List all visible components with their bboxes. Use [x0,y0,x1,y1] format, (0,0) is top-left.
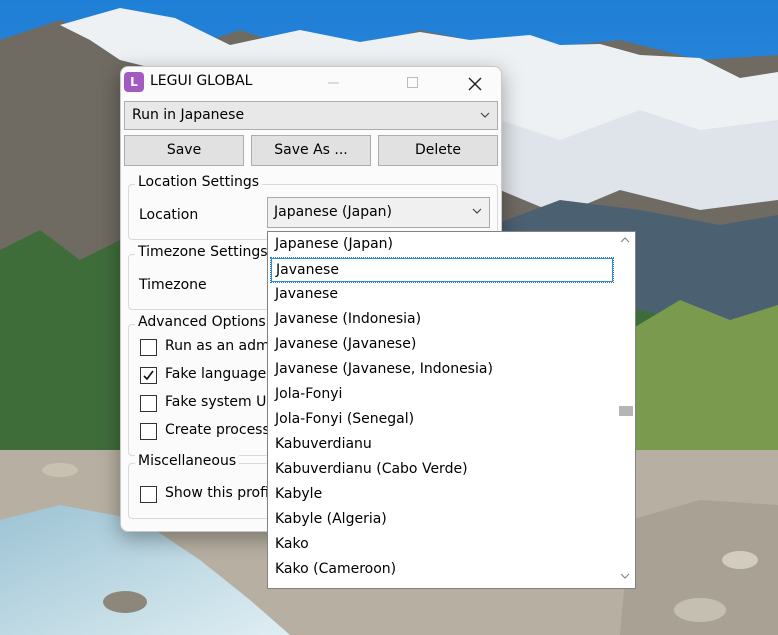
save-as-button[interactable]: Save As ... [251,135,371,166]
dropdown-scrollbar[interactable] [615,232,635,588]
location-label: Location [139,207,199,223]
location-combobox-value: Japanese (Japan) [274,204,392,220]
window-title: LEGUI GLOBAL [150,73,253,89]
advanced-options-title: Advanced Options [135,314,269,330]
maximize-icon [407,77,418,88]
dropdown-item[interactable]: Japanese (Japan) [271,233,613,257]
dropdown-item[interactable]: Kabuverdianu [271,433,613,457]
checkbox-box[interactable] [140,423,157,440]
dropdown-item[interactable]: Kako (Cameroon) [271,558,613,582]
dropdown-item[interactable]: Javanese (Javanese) [271,333,613,357]
checkbox-label: Create process [165,422,270,438]
checkbox-label: Fake language- [165,366,272,382]
timezone-label: Timezone [139,277,207,293]
title-bar[interactable]: L LEGUI GLOBAL [121,67,501,99]
location-settings-title: Location Settings [135,174,263,190]
profile-select-value: Run in Japanese [132,107,245,123]
scrollbar-thumb[interactable] [619,406,633,416]
timezone-settings-title: Timezone Settings [135,244,271,260]
checkbox-box[interactable] [140,367,157,384]
delete-button[interactable]: Delete [378,135,498,166]
close-icon [468,77,482,91]
dropdown-item[interactable]: Jola-Fonyi [271,383,613,407]
checkbox-box[interactable] [140,339,157,356]
save-button[interactable]: Save [124,135,244,166]
miscellaneous-title: Miscellaneous [135,453,240,469]
location-dropdown-list[interactable]: Japanese (Japan) Javanese Javanese Javan… [267,231,636,589]
dropdown-item[interactable]: Kabyle (Algeria) [271,508,613,532]
dropdown-item-focused[interactable]: Javanese [270,257,614,283]
checkbox-label: Show this profil [165,485,273,501]
checkmark-icon [143,370,154,381]
chevron-down-icon [480,112,490,118]
checkbox-box[interactable] [140,395,157,412]
scroll-up-arrow-icon[interactable] [620,236,630,243]
dropdown-item[interactable]: Javanese (Javanese, Indonesia) [271,358,613,382]
checkbox-label: Run as an admi [165,338,274,354]
dropdown-item[interactable]: Kako [271,533,613,557]
chevron-down-icon [472,208,482,214]
close-button[interactable] [451,67,497,99]
minimize-icon [328,82,339,84]
dropdown-item[interactable]: Javanese [271,283,613,307]
dropdown-item[interactable]: Javanese (Indonesia) [271,308,613,332]
dropdown-item[interactable]: Kabuverdianu (Cabo Verde) [271,458,613,482]
checkbox-box[interactable] [140,486,157,503]
maximize-button[interactable] [390,67,436,99]
dropdown-item[interactable]: Kabyle [271,483,613,507]
minimize-button[interactable] [311,67,357,99]
checkbox-label: Fake system UI [165,394,271,410]
app-icon: L [124,72,144,92]
location-combobox[interactable]: Japanese (Japan) [267,197,490,228]
profile-select[interactable]: Run in Japanese [124,101,498,130]
scroll-down-arrow-icon[interactable] [620,573,630,580]
dropdown-item[interactable]: Jola-Fonyi (Senegal) [271,408,613,432]
